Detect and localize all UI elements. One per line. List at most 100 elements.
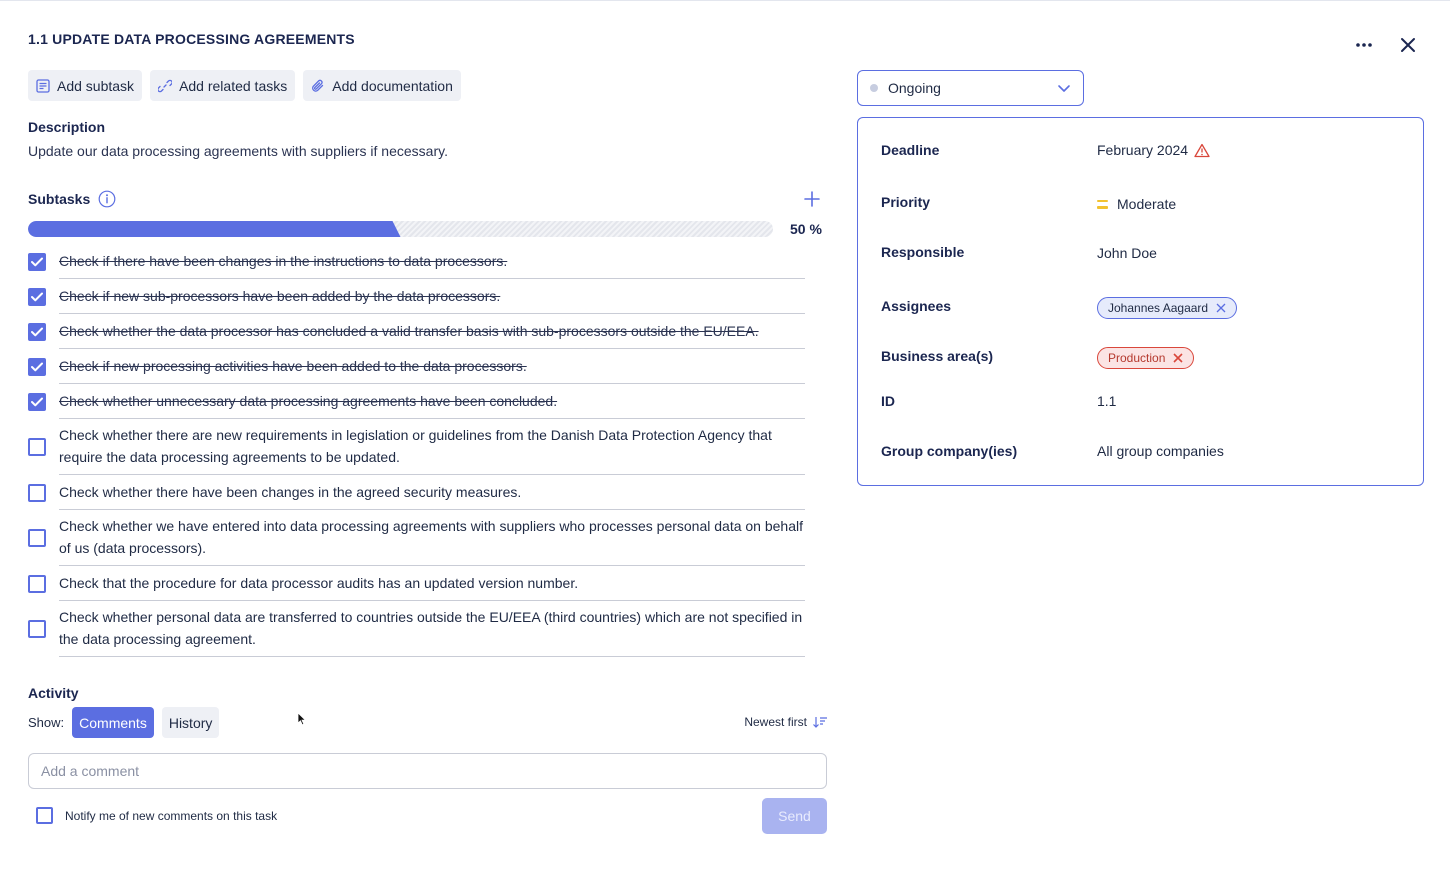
priority-label: Priority xyxy=(881,194,931,210)
id-label: ID xyxy=(881,393,895,409)
subtasks-heading: Subtasks xyxy=(28,190,116,208)
status-dot xyxy=(870,84,878,92)
subtask-item: Check if there have been changes in the … xyxy=(28,244,805,279)
group-company-row: Group company(ies) All group companies xyxy=(881,443,1224,459)
mouse-cursor-icon xyxy=(297,712,307,726)
send-button[interactable]: Send xyxy=(762,798,827,834)
subtask-label[interactable]: Check if new processing activities have … xyxy=(59,349,805,384)
top-actions xyxy=(1352,33,1420,57)
subtask-checkbox[interactable] xyxy=(28,252,46,271)
status-select[interactable]: Ongoing xyxy=(857,70,1084,106)
more-horizontal-icon[interactable] xyxy=(1352,33,1376,57)
task-details-card: Deadline February 2024 Priority Moderate… xyxy=(857,117,1424,486)
add-related-tasks-button[interactable]: Add related tasks xyxy=(150,70,296,101)
subtask-label[interactable]: Check whether we have entered into data … xyxy=(59,510,805,566)
responsible-label: Responsible xyxy=(881,244,965,260)
assignees-label: Assignees xyxy=(881,298,952,314)
task-detail-panel: 1.1 UPDATE DATA PROCESSING AGREEMENTS Ad… xyxy=(0,0,1450,873)
subtask-checkbox[interactable] xyxy=(28,287,46,306)
notify-row: Notify me of new comments on this task xyxy=(36,807,277,824)
subtask-checkbox[interactable] xyxy=(28,392,46,411)
business-area-label: Business area(s) xyxy=(881,348,994,364)
chevron-down-icon xyxy=(1058,85,1070,92)
subtask-checkbox[interactable] xyxy=(28,438,46,456)
subtask-checkbox[interactable] xyxy=(28,483,46,502)
assignee-name: Johannes Aagaard xyxy=(1108,301,1209,315)
subtask-item: Check whether personal data are transfer… xyxy=(28,601,805,657)
subtask-item: Check that the procedure for data proces… xyxy=(28,566,805,601)
subtask-icon xyxy=(36,78,50,93)
checkmark-icon xyxy=(31,397,43,406)
subtask-item: Check if new sub-processors have been ad… xyxy=(28,279,805,314)
tab-history[interactable]: History xyxy=(161,707,220,738)
business-area-row: Business area(s) Production xyxy=(881,343,1195,369)
assignees-row: Assignees Johannes Aagaard xyxy=(881,293,1238,319)
subtask-checkbox[interactable] xyxy=(28,357,46,376)
id-value: 1.1 xyxy=(1097,393,1117,409)
paperclip-icon xyxy=(312,79,324,92)
checkmark-icon xyxy=(31,292,43,301)
tab-comments[interactable]: Comments xyxy=(72,707,154,738)
comment-input[interactable] xyxy=(28,753,827,789)
subtask-item: Check whether there are new requirements… xyxy=(28,419,805,475)
subtask-label[interactable]: Check whether there are new requirements… xyxy=(59,419,805,475)
add-documentation-label: Add documentation xyxy=(332,77,453,94)
show-label: Show: xyxy=(28,715,65,730)
warning-icon xyxy=(1194,143,1210,157)
business-area-name: Production xyxy=(1108,351,1166,365)
group-company-label: Group company(ies) xyxy=(881,443,1018,459)
id-row: ID 1.1 xyxy=(881,393,1116,409)
deadline-row: Deadline February 2024 xyxy=(881,142,1210,158)
subtask-item: Check whether there have been changes in… xyxy=(28,475,805,510)
priority-value[interactable]: Moderate xyxy=(1117,196,1176,212)
subtask-label[interactable]: Check whether personal data are transfer… xyxy=(59,601,805,657)
subtask-checkbox[interactable] xyxy=(28,620,46,638)
checkmark-icon xyxy=(31,362,43,371)
subtask-item: Check whether the data processor has con… xyxy=(28,314,805,349)
subtasks-progress-fill xyxy=(28,221,401,237)
subtask-label[interactable]: Check that the procedure for data proces… xyxy=(59,566,805,601)
subtask-label[interactable]: Check if there have been changes in the … xyxy=(59,244,805,279)
subtask-item: Check if new processing activities have … xyxy=(28,349,805,384)
remove-assignee-icon[interactable] xyxy=(1216,303,1226,313)
subtask-checkbox[interactable] xyxy=(28,529,46,547)
add-subtask-plus-icon[interactable] xyxy=(801,188,823,210)
info-icon[interactable] xyxy=(98,190,116,208)
link-icon xyxy=(158,79,173,92)
close-icon[interactable] xyxy=(1396,33,1420,57)
sort-label: Newest first xyxy=(744,715,807,729)
subtasks-progress-bar xyxy=(28,221,773,237)
add-documentation-button[interactable]: Add documentation xyxy=(303,70,461,101)
subtask-label[interactable]: Check whether unnecessary data processin… xyxy=(59,384,805,419)
subtask-label[interactable]: Check whether the data processor has con… xyxy=(59,314,805,349)
deadline-value[interactable]: February 2024 xyxy=(1097,142,1188,158)
task-toolbar: Add subtask Add related tasks Add docume… xyxy=(28,70,461,101)
deadline-label: Deadline xyxy=(881,142,940,158)
sort-toggle[interactable]: Newest first xyxy=(744,715,827,729)
subtask-checkbox[interactable] xyxy=(28,322,46,341)
priority-moderate-icon xyxy=(1097,199,1108,209)
checkmark-icon xyxy=(31,327,43,336)
add-subtask-button[interactable]: Add subtask xyxy=(28,70,143,101)
group-company-value[interactable]: All group companies xyxy=(1097,443,1224,459)
checkmark-icon xyxy=(31,257,43,266)
responsible-value[interactable]: John Doe xyxy=(1097,245,1157,261)
subtask-item: Check whether we have entered into data … xyxy=(28,510,805,566)
assignee-chip[interactable]: Johannes Aagaard xyxy=(1097,297,1238,319)
subtasks-progress-label: 50 % xyxy=(790,221,822,237)
priority-row: Priority Moderate xyxy=(881,192,1176,212)
responsible-row: Responsible John Doe xyxy=(881,243,1157,261)
notify-checkbox[interactable] xyxy=(36,807,53,824)
subtask-list: Check if there have been changes in the … xyxy=(28,244,805,657)
status-value: Ongoing xyxy=(888,80,941,96)
remove-business-area-icon[interactable] xyxy=(1173,353,1183,363)
business-area-chip[interactable]: Production xyxy=(1097,347,1195,369)
add-subtask-label: Add subtask xyxy=(57,77,135,94)
subtask-checkbox[interactable] xyxy=(28,574,46,593)
subtask-item: Check whether unnecessary data processin… xyxy=(28,384,805,419)
task-title: 1.1 UPDATE DATA PROCESSING AGREEMENTS xyxy=(28,31,355,47)
sort-descending-icon xyxy=(813,717,827,728)
activity-heading: Activity xyxy=(28,685,79,701)
subtask-label[interactable]: Check whether there have been changes in… xyxy=(59,475,805,510)
subtask-label[interactable]: Check if new sub-processors have been ad… xyxy=(59,279,805,314)
